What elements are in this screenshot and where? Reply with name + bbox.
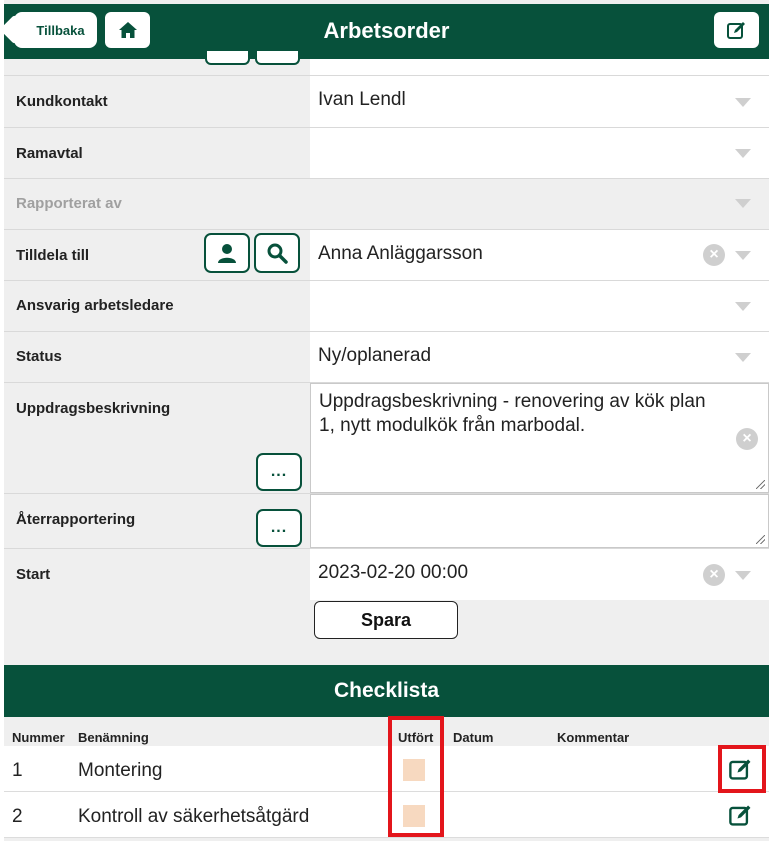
edit-row-button[interactable] — [727, 802, 755, 828]
page-title: Arbetsorder — [323, 18, 450, 43]
chevron-down-icon — [735, 251, 751, 260]
search-assignee-button[interactable] — [254, 233, 300, 273]
clear-icon[interactable]: × — [736, 428, 758, 450]
aterrapportering-label: Återrapportering — [16, 511, 136, 528]
chevron-down-icon — [735, 353, 751, 362]
expand-report-button[interactable]: ... — [256, 509, 302, 547]
checklist-header: Nummer Benämning Utfört Datum Kommentar — [4, 717, 769, 746]
edit-icon — [726, 22, 745, 39]
row-number: 1 — [12, 760, 23, 781]
tilldela-till-select[interactable]: Anna Anläggarsson × — [310, 230, 769, 280]
row-rapporterat-av: Rapporterat av — [4, 178, 769, 229]
row-aterrapportering: Återrapportering ... — [4, 493, 769, 548]
save-button[interactable]: Spara — [314, 601, 458, 639]
highlight-utfort-column — [388, 716, 444, 837]
start-value: 2023-02-20 00:00 — [318, 562, 469, 583]
table-row: 1 Montering — [4, 746, 769, 792]
ramavtal-select[interactable] — [310, 128, 769, 178]
row-number: 2 — [12, 806, 23, 827]
status-value: Ny/oplanerad — [318, 345, 432, 366]
ramavtal-label: Ramavtal — [16, 145, 83, 162]
person-icon — [218, 244, 236, 263]
row-ansvarig-arbetsledare: Ansvarig arbetsledare — [4, 280, 769, 331]
uppdragsbeskrivning-text: Uppdragsbeskrivning - renovering av kök … — [319, 391, 706, 436]
row-name: Montering — [78, 760, 163, 781]
chevron-down-icon — [735, 149, 751, 158]
expand-description-button[interactable]: ... — [256, 453, 302, 491]
row-tilldela-till: Tilldela till Anna Anläggarsson × — [4, 229, 769, 280]
column-header-nummer: Nummer — [12, 730, 65, 745]
status-label: Status — [16, 348, 62, 365]
chevron-down-icon — [735, 98, 751, 107]
tilldela-till-value: Anna Anläggarsson — [318, 243, 483, 264]
checklist-title: Checklista — [4, 665, 769, 717]
work-order-form: Kundkontakt Ivan Lendl Ramavtal Rapporte… — [4, 51, 769, 600]
row-status: Status Ny/oplanerad — [4, 331, 769, 382]
row-kundkontakt: Kundkontakt Ivan Lendl — [4, 75, 769, 127]
clear-icon[interactable]: × — [703, 564, 725, 586]
aterrapportering-textarea[interactable] — [310, 494, 769, 548]
edit-icon — [729, 805, 751, 826]
row-ramavtal: Ramavtal — [4, 127, 769, 178]
tilldela-till-label: Tilldela till — [16, 247, 90, 264]
uppdragsbeskrivning-textarea[interactable]: Uppdragsbeskrivning - renovering av kök … — [310, 383, 769, 493]
start-datetime-field[interactable]: 2023-02-20 00:00 × — [310, 549, 769, 600]
chevron-down-icon — [735, 571, 751, 580]
resize-handle[interactable] — [756, 535, 765, 544]
ansvarig-label: Ansvarig arbetsledare — [16, 297, 174, 314]
status-select[interactable]: Ny/oplanerad — [310, 332, 769, 382]
page: Tillbaka Arbetsorder Kundkontakt Ivan Le… — [4, 0, 769, 841]
rapporterat-av-label: Rapporterat av — [16, 195, 122, 212]
uppdragsbeskrivning-label: Uppdragsbeskrivning — [16, 400, 171, 417]
rapporterat-av-select — [310, 179, 769, 229]
table-row: 2 Kontroll av säkerhetsåtgärd — [4, 792, 769, 838]
partial-field — [310, 59, 769, 75]
column-header-benamning: Benämning — [78, 730, 149, 745]
edit-order-button[interactable] — [714, 12, 759, 48]
partial-button[interactable] — [205, 51, 250, 65]
kundkontakt-select[interactable]: Ivan Lendl — [310, 76, 769, 127]
start-label: Start — [16, 566, 51, 583]
previous-row-partial — [4, 51, 769, 75]
search-icon — [267, 243, 288, 264]
header-bar: Tillbaka Arbetsorder — [4, 4, 769, 59]
resize-handle[interactable] — [756, 480, 765, 489]
ansvarig-select[interactable] — [310, 281, 769, 331]
row-uppdragsbeskrivning: Uppdragsbeskrivning ... Uppdragsbeskrivn… — [4, 382, 769, 493]
row-name: Kontroll av säkerhetsåtgärd — [78, 806, 310, 827]
chevron-down-icon — [735, 199, 751, 208]
chevron-down-icon — [735, 302, 751, 311]
highlight-edit-button — [718, 745, 766, 793]
column-header-kommentar: Kommentar — [557, 730, 630, 745]
save-area: Spara — [4, 599, 769, 665]
row-start: Start 2023-02-20 00:00 × — [4, 548, 769, 600]
kundkontakt-value: Ivan Lendl — [318, 89, 406, 110]
clear-icon[interactable]: × — [703, 244, 725, 266]
partial-button[interactable] — [255, 51, 300, 65]
column-header-datum: Datum — [453, 730, 494, 745]
kundkontakt-label: Kundkontakt — [16, 93, 108, 110]
assign-to-me-button[interactable] — [204, 233, 250, 273]
